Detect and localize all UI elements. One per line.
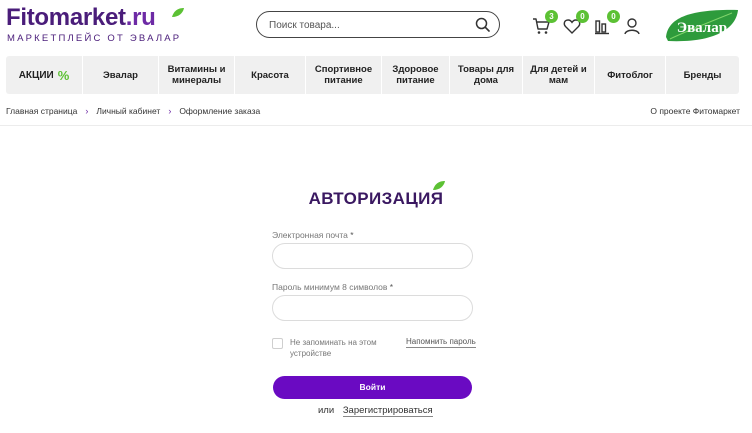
evalar-brand-logo[interactable]: Эвалар: [662, 7, 742, 44]
nav-item-vitamins[interactable]: Витамины и минералы: [159, 56, 235, 94]
nav-item-promo[interactable]: АКЦИИ%: [6, 56, 83, 94]
auth-title: АВТОРИЗАЦИЯ: [308, 189, 444, 208]
search-bar[interactable]: [256, 11, 500, 38]
favorites-button[interactable]: 0: [563, 10, 589, 35]
logo-tagline: МАРКЕТПЛЕЙС ОТ ЭВАЛАР: [7, 33, 182, 44]
password-field[interactable]: [272, 295, 473, 321]
nav-item-evalar[interactable]: Эвалар: [83, 56, 159, 94]
search-icon[interactable]: [475, 17, 490, 32]
email-field[interactable]: [272, 243, 473, 269]
leaf-icon: [433, 181, 445, 190]
compare-button[interactable]: 0: [594, 10, 620, 35]
nav-item-home-goods[interactable]: Товары для дома: [450, 56, 523, 94]
user-icon: [624, 18, 640, 35]
breadcrumb: Главная страница › Личный кабинет › Офор…: [6, 106, 260, 116]
login-button[interactable]: Войти: [273, 376, 472, 399]
nav-item-phytoblog[interactable]: Фитоблог: [595, 56, 666, 94]
divider: [0, 125, 752, 126]
nav-item-kids-moms[interactable]: Для детей и мам: [523, 56, 595, 94]
nav-promo-label: АКЦИИ: [18, 69, 54, 81]
compare-count-badge: 0: [607, 10, 620, 23]
site-logo[interactable]: Fitomarket.ru МАРКЕТПЛЕЙС ОТ ЭВАЛАР: [6, 4, 186, 44]
remember-checkbox[interactable]: [272, 338, 283, 349]
evalar-wordmark: Эвалар: [677, 20, 727, 36]
cart-count-badge: 3: [545, 10, 558, 23]
chevron-right-icon: ›: [168, 106, 172, 116]
nav-item-brands[interactable]: Бренды: [666, 56, 739, 94]
cart-button[interactable]: 3: [532, 10, 558, 35]
nav-item-beauty[interactable]: Красота: [235, 56, 306, 94]
logo-wordmark: Fitomarket.ru: [6, 4, 156, 31]
forgot-password-link[interactable]: Напомнить пароль: [406, 337, 476, 348]
email-label: Электронная почта *: [272, 230, 354, 240]
evalar-leaf-shape: Эвалар: [666, 9, 738, 42]
about-project-link[interactable]: О проекте Фитомаркет: [650, 106, 740, 116]
breadcrumb-account[interactable]: Личный кабинет: [96, 106, 160, 116]
nav-item-healthy-food[interactable]: Здоровое питание: [382, 56, 450, 94]
remember-label[interactable]: Не запоминать на этом устройстве: [290, 337, 390, 359]
chevron-right-icon: ›: [85, 106, 89, 116]
password-label: Пароль минимум 8 символов *: [272, 282, 394, 292]
percent-icon: %: [57, 67, 70, 83]
search-input[interactable]: [269, 16, 469, 34]
leaf-icon: [172, 8, 184, 17]
register-line: или Зарегистрироваться: [318, 405, 433, 417]
account-button[interactable]: [623, 17, 641, 35]
or-text: или: [318, 405, 335, 416]
breadcrumb-checkout: Оформление заказа: [179, 106, 261, 116]
favorites-count-badge: 0: [576, 10, 589, 23]
register-link[interactable]: Зарегистрироваться: [342, 405, 433, 417]
breadcrumb-home[interactable]: Главная страница: [6, 106, 77, 116]
main-nav: АКЦИИ% Эвалар Витамины и минералы Красот…: [6, 56, 739, 94]
nav-item-sports-nutrition[interactable]: Спортивное питание: [306, 56, 382, 94]
